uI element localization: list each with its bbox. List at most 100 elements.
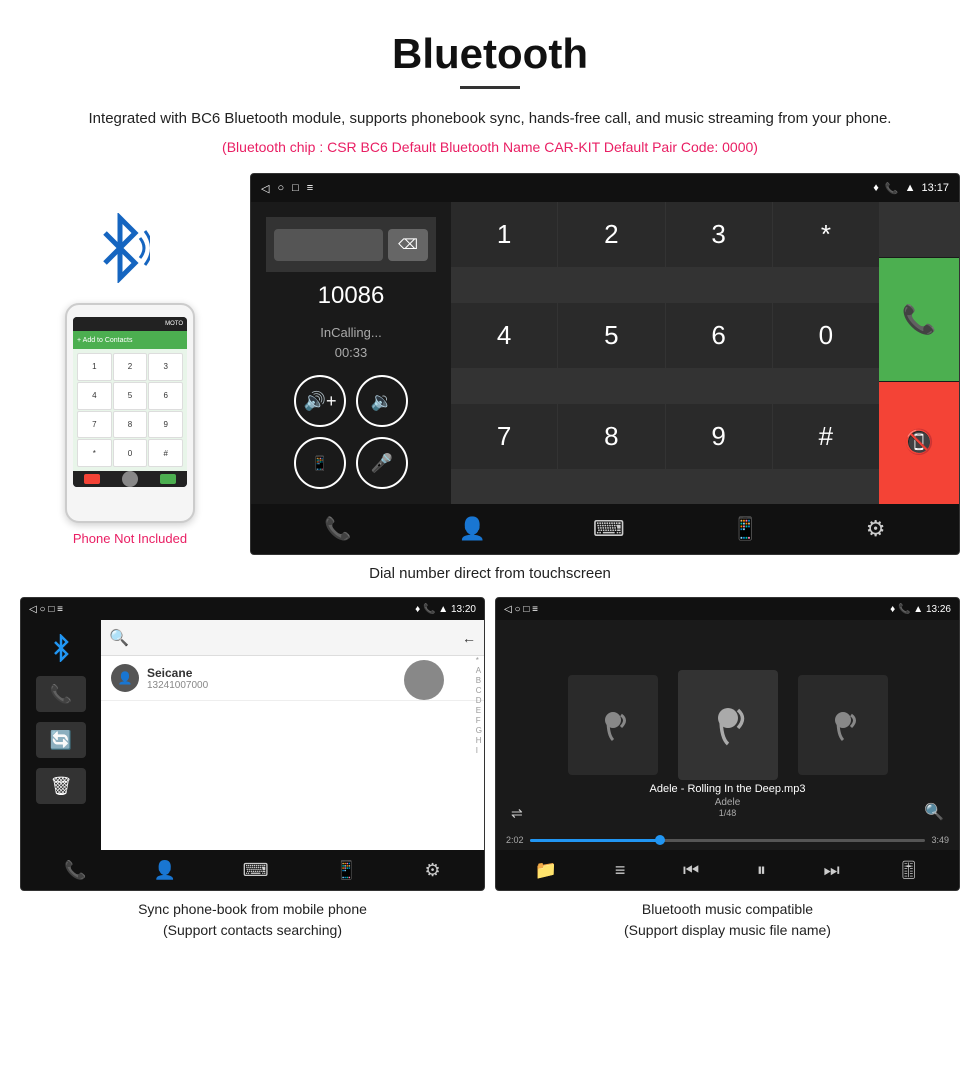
dial-content: ⌫ 10086 InCalling... 00:33 🔊+ 🔉 📱	[251, 202, 959, 504]
artist-name: Adele	[650, 797, 806, 808]
album-art-left	[568, 675, 658, 775]
phone-answer-icon: 📞	[902, 303, 937, 336]
numpad-key-7[interactable]: 7	[451, 404, 557, 469]
phone-sidebar-btn[interactable]: 📞	[36, 676, 86, 712]
phonebook-content: 📞 🔄 🗑 🔍 ←	[21, 620, 484, 850]
music-nav-icons: ◁ ○ □ ≡	[504, 604, 538, 615]
car-nav-icons: ◁ ○ □ ≡	[261, 182, 313, 195]
dial-caption: Dial number direct from touchscreen	[0, 565, 980, 582]
music-status-bar: ◁ ○ □ ≡ ♦ 📞 ▲ 13:26	[496, 598, 959, 620]
music-screen-wrapper: ◁ ○ □ ≡ ♦ 📞 ▲ 13:26	[495, 597, 960, 946]
settings-icon[interactable]: ⚙	[866, 516, 886, 542]
transfer-icon: 📱	[311, 455, 328, 472]
menu-icon: ≡	[307, 182, 313, 194]
music-search-icon[interactable]: 🔍	[924, 802, 944, 822]
back-icon: ◁	[261, 182, 269, 195]
volume-up-icon: 🔊+	[304, 391, 337, 412]
numpad-key-0[interactable]: 0	[773, 303, 879, 368]
equalizer-icon[interactable]: 🎚	[897, 860, 920, 881]
pb-home-icon: ○	[39, 604, 45, 615]
music-screen: ◁ ○ □ ≡ ♦ 📞 ▲ 13:26	[495, 597, 960, 891]
numpad-key-9[interactable]: 9	[666, 404, 772, 469]
bottom-section: ◁ ○ □ ≡ ♦ 📞 ▲ 13:20	[0, 597, 980, 946]
dial-numpad: 1 2 3 * 4 5 6 0 7 8 9 #	[451, 202, 879, 504]
pb-wifi-icon: ▲	[438, 604, 448, 615]
numpad-key-star[interactable]: *	[773, 202, 879, 267]
car-screen-dial: ◁ ○ □ ≡ ♦ 📞 ▲ 13:17	[250, 173, 960, 555]
music-time: 13:26	[926, 604, 951, 615]
numpad-key-1[interactable]: 1	[451, 202, 557, 267]
phonebook-status-bar: ◁ ○ □ ≡ ♦ 📞 ▲ 13:20	[21, 598, 484, 620]
pb-back-icon: ◁	[29, 604, 37, 615]
car-status-bar: ◁ ○ □ ≡ ♦ 📞 ▲ 13:17	[251, 174, 959, 202]
phone-status-icon: 📞	[885, 182, 899, 195]
pb-contacts-icon[interactable]: 👤	[154, 860, 176, 881]
transfer-btn[interactable]: 📱	[294, 437, 346, 489]
delete-icon: 🗑	[50, 776, 73, 797]
sync-icon: 🔄	[50, 730, 72, 751]
dial-number-display: 10086	[318, 282, 385, 310]
bluetooth-icon	[90, 213, 150, 283]
pb-phone-icon: 📞	[423, 604, 435, 615]
call-answer-btn[interactable]: 📞	[879, 258, 959, 381]
dial-backspace-btn[interactable]: ⌫	[388, 229, 428, 261]
folder-icon[interactable]: 📁	[535, 860, 557, 881]
wifi-icon: ▲	[905, 182, 916, 194]
pb-calls-icon[interactable]: 📞	[64, 860, 86, 881]
location-icon: ♦	[873, 182, 879, 194]
dial-input-field[interactable]	[274, 229, 383, 261]
delete-sidebar-btn[interactable]: 🗑	[36, 768, 86, 804]
car-bottom-bar-dial: 📞 👤 ⌨ 📱 ⚙	[251, 504, 959, 554]
pb-menu-icon: ≡	[57, 604, 63, 615]
shuffle-icon[interactable]: ⇌	[511, 805, 523, 822]
music-home-icon: ○	[514, 604, 520, 615]
numpad-key-8[interactable]: 8	[558, 404, 664, 469]
dial-status-text: InCalling...	[320, 325, 381, 340]
numpad-key-6[interactable]: 6	[666, 303, 772, 368]
music-bottom-bar: 📁 ≡ ⏮ ⏸ ⏭ 🎚	[496, 850, 959, 890]
numpad-key-5[interactable]: 5	[558, 303, 664, 368]
mute-btn[interactable]: 🎤	[356, 437, 408, 489]
numpad-key-2[interactable]: 2	[558, 202, 664, 267]
music-back-icon: ◁	[504, 604, 512, 615]
phonebook-main: 🔍 ← 👤 Seicane 13241007000	[101, 620, 484, 850]
car-status-right: ♦ 📞 ▲ 13:17	[873, 182, 949, 195]
music-caption: Bluetooth music compatible (Support disp…	[495, 899, 960, 941]
bluetooth-icon-area	[90, 213, 170, 293]
music-status-right: ♦ 📞 ▲ 13:26	[890, 604, 951, 615]
playlist-icon[interactable]: ≡	[615, 860, 626, 881]
dial-left-panel: ⌫ 10086 InCalling... 00:33 🔊+ 🔉 📱	[251, 202, 451, 504]
next-track-icon[interactable]: ⏭	[823, 860, 839, 881]
volume-down-btn[interactable]: 🔉	[356, 375, 408, 427]
phone-call-btn	[160, 474, 176, 484]
sync-sidebar-btn[interactable]: 🔄	[36, 722, 86, 758]
pb-dialpad-icon[interactable]: ⌨	[243, 860, 269, 881]
music-menu-icon: ≡	[532, 604, 538, 615]
bluetooth-sidebar-icon[interactable]	[36, 630, 86, 666]
phone-not-included-label: Phone Not Included	[73, 531, 187, 546]
dial-right-panel: 1 2 3 * 4 5 6 0 7 8 9 #	[451, 202, 959, 504]
dialpad-icon[interactable]: ⌨	[593, 516, 625, 542]
phone-mockup: MOTO + Add to Contacts 123 456 789 *0#	[65, 303, 195, 523]
numpad-key-3[interactable]: 3	[666, 202, 772, 267]
pb-settings-icon[interactable]: ⚙	[424, 860, 440, 881]
phonebook-search-bar: 🔍 ←	[101, 620, 484, 656]
phone-screen: MOTO + Add to Contacts 123 456 789 *0#	[73, 317, 187, 487]
contacts-icon[interactable]: 👤	[459, 516, 486, 542]
music-location-icon: ♦	[890, 604, 895, 615]
call-end-btn[interactable]: 📵	[879, 382, 959, 505]
pb-recent-icon: □	[48, 604, 54, 615]
album-art-right	[798, 675, 888, 775]
prev-track-icon[interactable]: ⏮	[683, 860, 699, 881]
numpad-key-hash[interactable]: #	[773, 404, 879, 469]
calls-icon[interactable]: 📞	[324, 516, 351, 542]
music-progress-dot	[655, 835, 665, 845]
specs-line: (Bluetooth chip : CSR BC6 Default Blueto…	[0, 139, 980, 155]
music-progress-bar[interactable]	[530, 839, 926, 842]
play-pause-icon[interactable]: ⏸	[757, 860, 766, 881]
phone-status-bar: MOTO	[73, 317, 187, 331]
numpad-key-4[interactable]: 4	[451, 303, 557, 368]
pb-transfer-icon[interactable]: 📱	[335, 860, 357, 881]
volume-up-btn[interactable]: 🔊+	[294, 375, 346, 427]
transfer-bottom-icon[interactable]: 📱	[732, 516, 759, 542]
